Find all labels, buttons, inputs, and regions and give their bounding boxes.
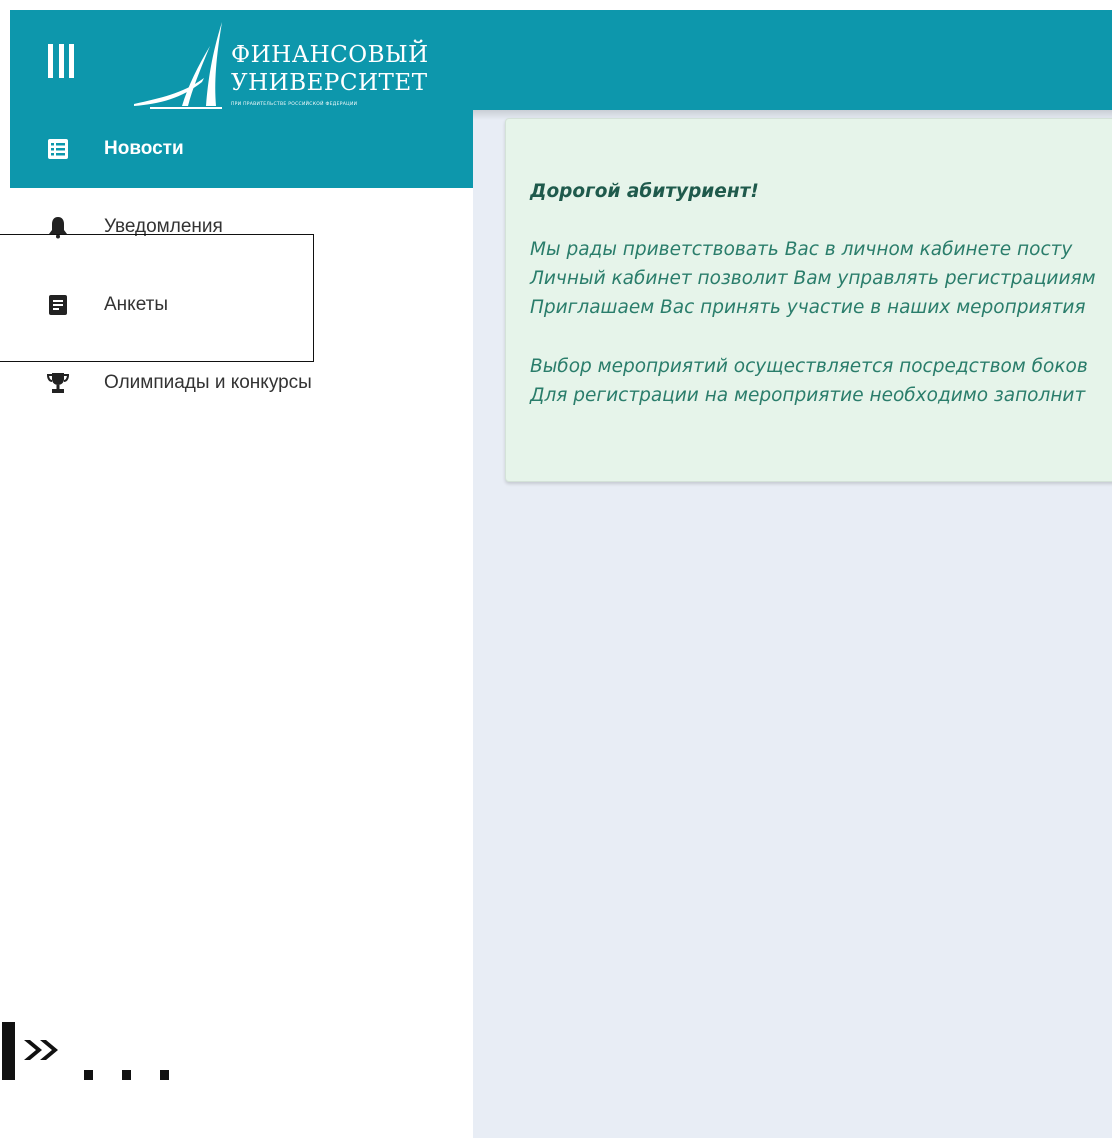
news-list-icon bbox=[48, 139, 68, 159]
university-logo[interactable]: ФИНАНСОВЫЙ УНИВЕРСИТЕТ ПРИ ПРАВИТЕЛЬСТВЕ… bbox=[130, 18, 450, 110]
news-card-line: Выбор мероприятий осуществляется посредс… bbox=[530, 356, 1088, 377]
news-card-line: Для регистрации на мероприятие необходим… bbox=[530, 385, 1086, 406]
sidebar-item-news[interactable]: Новости bbox=[10, 110, 473, 188]
main-content: Дорогой абитуриент! Мы рады приветствова… bbox=[473, 110, 1112, 1138]
expand-arrows-icon bbox=[2, 1022, 169, 1080]
top-app-bar: ФИНАНСОВЫЙ УНИВЕРСИТЕТ ПРИ ПРАВИТЕЛЬСТВЕ… bbox=[10, 10, 1112, 110]
sail-logo-icon bbox=[134, 22, 222, 109]
news-card-line: Личный кабинет позволит Вам управлять ре… bbox=[530, 268, 1096, 289]
annotation-highlight-box bbox=[0, 234, 314, 362]
logo-text-line2: УНИВЕРСИТЕТ bbox=[231, 70, 428, 96]
hamburger-icon[interactable] bbox=[48, 44, 74, 78]
news-card: Дорогой абитуриент! Мы рады приветствова… bbox=[505, 118, 1112, 482]
logo-subline: ПРИ ПРАВИТЕЛЬСТВЕ РОССИЙСКОЙ ФЕДЕРАЦИИ bbox=[231, 102, 358, 107]
sidebar-item-label: Новости bbox=[104, 138, 184, 159]
trophy-icon bbox=[46, 373, 70, 393]
news-card-heading: Дорогой абитуриент! bbox=[530, 181, 759, 202]
sidebar-item-label: Олимпиады и конкурсы bbox=[104, 372, 312, 393]
logo-text-line1: ФИНАНСОВЫЙ bbox=[231, 42, 429, 68]
bottom-overlay-mark bbox=[0, 1018, 200, 1082]
news-card-line: Мы рады приветствовать Вас в личном каби… bbox=[530, 239, 1073, 260]
news-card-line: Приглашаем Вас принять участие в наших м… bbox=[530, 297, 1086, 318]
